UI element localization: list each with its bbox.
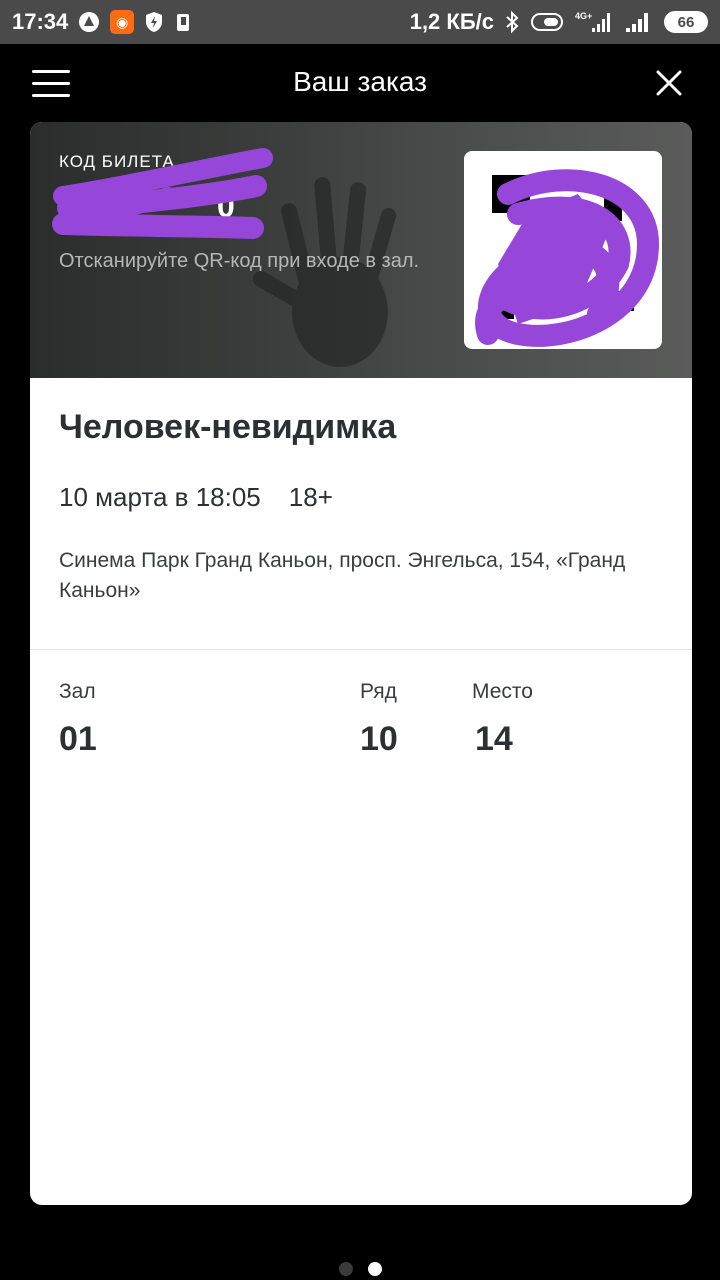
svg-text:4G+: 4G+ <box>575 11 592 21</box>
session-info: 10 марта в 18:05 18+ <box>59 482 333 513</box>
app-notification-icon: ◉ <box>110 10 135 34</box>
toggle-icon <box>530 11 564 33</box>
hall-value: 01 <box>59 720 97 758</box>
cinema-address: Синема Парк Гранд Каньон, просп. Энгельс… <box>59 549 626 602</box>
hall-label: Зал <box>59 680 96 703</box>
row-value: 10 <box>360 720 398 758</box>
bluetooth-icon <box>504 10 520 34</box>
row-label: Ряд <box>360 680 397 703</box>
row-info: Ряд 10 <box>360 680 398 759</box>
divider <box>30 649 692 650</box>
hall-info: Зал 01 <box>59 680 97 759</box>
signal-icon: 4G+ <box>574 10 614 34</box>
pager-dot-active[interactable] <box>368 1262 382 1276</box>
movie-title: Человек-невидимка <box>59 408 397 446</box>
app-header: Ваш заказ <box>0 44 720 124</box>
network-speed: 1,2 КБ/с <box>409 9 494 34</box>
redaction-scribble <box>52 148 273 239</box>
age-rating-badge: 18+ <box>288 482 333 512</box>
ticket-banner: КОД БИЛЕТА 0 Отсканируйте QR-код при вхо… <box>30 122 692 378</box>
redaction-scribble <box>475 169 660 347</box>
aptoide-icon <box>78 11 100 33</box>
seat-info: Место 14 <box>472 680 533 759</box>
status-bar: 17:34 ◉ 1,2 КБ/с 4G+ 66 <box>0 0 720 44</box>
status-time: 17:34 <box>12 9 69 34</box>
pager-dot[interactable] <box>339 1262 353 1276</box>
battery-icon: 66 <box>664 11 708 33</box>
ticket-card: КОД БИЛЕТА 0 Отсканируйте QR-код при вхо… <box>30 122 692 1205</box>
scan-hint-text: Отсканируйте QR-код при входе в зал. <box>59 250 420 272</box>
page-title: Ваш заказ <box>293 66 427 97</box>
shield-bolt-icon <box>144 11 164 33</box>
phone-icon <box>174 11 192 33</box>
pager-indicator <box>0 1262 720 1278</box>
seat-label: Место <box>472 680 533 703</box>
session-datetime: 10 марта в 18:05 <box>59 482 261 512</box>
signal-icon-2 <box>624 10 654 34</box>
seat-value: 14 <box>475 720 513 758</box>
close-icon[interactable] <box>652 66 686 100</box>
